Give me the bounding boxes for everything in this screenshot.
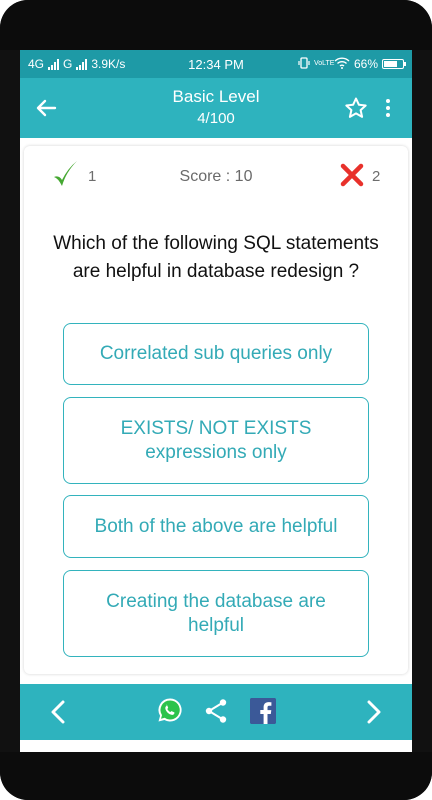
previous-button[interactable] (44, 698, 72, 726)
question-card: 1 Score : 10 2 Which of the following SQ… (24, 146, 408, 674)
bottom-bar (20, 684, 412, 740)
status-left: 4G G 3.9K/s (28, 57, 125, 71)
status-right: VoLTE 66% (298, 56, 406, 72)
chevron-left-icon (51, 700, 65, 724)
option-1[interactable]: Correlated sub queries only (63, 323, 369, 385)
facebook-icon (250, 698, 276, 724)
star-outline-icon (345, 97, 367, 118)
next-button[interactable] (360, 698, 388, 726)
signal-icon-2 (76, 58, 88, 70)
signal-icon (48, 58, 60, 70)
app-bar: Basic Level 4/100 (20, 78, 412, 138)
wrong-count: 2 (372, 168, 381, 185)
back-button[interactable] (32, 94, 60, 122)
question-progress: 4/100 (197, 110, 235, 127)
question-text: Which of the following SQL statements ar… (53, 233, 379, 282)
screen: 4G G 3.9K/s 12:34 PM VoLTE 66% Basic Lev… (20, 50, 412, 752)
option-2[interactable]: EXISTS/ NOT EXISTS expressions only (63, 397, 369, 484)
share-icon (205, 699, 227, 723)
bottom-strip (20, 740, 412, 752)
network-speed: 3.9K/s (91, 57, 126, 71)
score-row: 1 Score : 10 2 (24, 146, 408, 202)
vibrate-icon (298, 56, 310, 72)
wifi-icon (334, 56, 350, 72)
share-button[interactable] (204, 698, 228, 724)
arrow-left-icon (36, 99, 57, 117)
whatsapp-share-button[interactable] (156, 696, 184, 724)
option-4[interactable]: Creating the database are helpful (63, 570, 369, 657)
more-options-button[interactable] (378, 94, 398, 122)
phone-frame: 4G G 3.9K/s 12:34 PM VoLTE 66% Basic Lev… (0, 0, 432, 800)
chevron-right-icon (367, 700, 381, 724)
option-3[interactable]: Both of the above are helpful (63, 495, 369, 558)
volte-label: VoLTE (313, 60, 335, 67)
network-type-4g: 4G (28, 57, 45, 71)
whatsapp-icon (158, 698, 182, 722)
network-type-g: G (63, 57, 73, 71)
battery-icon (382, 59, 406, 69)
status-bar: 4G G 3.9K/s 12:34 PM VoLTE 66% (20, 50, 412, 78)
battery-percent: 66% (353, 57, 378, 71)
cross-icon (340, 163, 364, 187)
bookmark-button[interactable] (342, 94, 370, 122)
more-vertical-icon (386, 99, 390, 103)
facebook-share-button[interactable] (250, 698, 276, 724)
phone-bottom-bezel (0, 752, 432, 800)
title-wrap: Basic Level 4/100 (80, 86, 352, 130)
phone-top-bezel (0, 0, 432, 50)
page-title: Basic Level (172, 87, 260, 106)
